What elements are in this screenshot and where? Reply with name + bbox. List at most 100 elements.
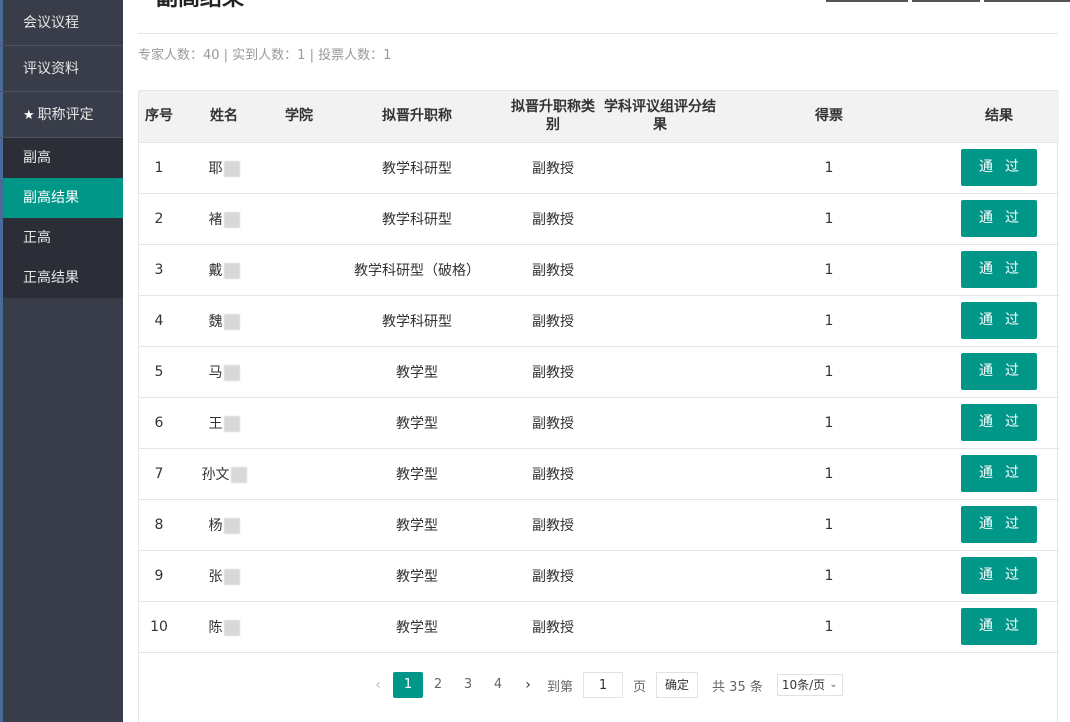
sidebar-item-meeting-agenda[interactable]: 会议议程 <box>0 0 123 46</box>
redacted-name-mask <box>223 517 240 534</box>
cell-title: 教学科研型（破格） <box>329 244 505 295</box>
cell-result: 通过 <box>939 601 1059 652</box>
cell-result: 通过 <box>939 550 1059 601</box>
cell-category: 副教授 <box>505 244 601 295</box>
cell-category-text: 副教授 <box>532 568 574 585</box>
cell-name: 王 <box>179 397 269 448</box>
cell-score <box>601 499 719 550</box>
table-header-row: 序号 姓名 学院 拟晋升职称 拟晋升职称类别 学科评议组评分结果 得票 结果 <box>139 91 1059 143</box>
pass-button[interactable]: 通过 <box>961 557 1037 594</box>
cell-college <box>269 295 329 346</box>
pass-button[interactable]: 通过 <box>961 149 1037 186</box>
cell-name: 戴 <box>179 244 269 295</box>
cell-category-text: 副教授 <box>532 517 574 534</box>
cell-category: 副教授 <box>505 397 601 448</box>
cell-college <box>269 397 329 448</box>
cell-no-text: 1 <box>154 159 164 176</box>
confirm-button[interactable]: 确定 <box>656 672 699 698</box>
cell-category: 副教授 <box>505 346 601 397</box>
cell-no-text: 8 <box>154 516 164 533</box>
cell-category: 副教授 <box>505 550 601 601</box>
sidebar-subitem-full-results[interactable]: 正高结果 <box>0 258 123 298</box>
cell-name: 褚 <box>179 193 269 244</box>
goto-label: 到第 <box>547 679 574 695</box>
cell-category-text: 副教授 <box>532 313 574 330</box>
page-title: 副高结果 <box>156 0 244 12</box>
sidebar-subitem-associate-results[interactable]: 副高结果 <box>0 178 123 218</box>
header-tab-underline[interactable] <box>984 0 1070 2</box>
header-tab-underline[interactable] <box>826 0 908 2</box>
page-1-button[interactable]: 1 <box>393 672 423 698</box>
cell-category-text: 副教授 <box>532 364 574 381</box>
pass-button[interactable]: 通过 <box>961 506 1037 543</box>
cell-category-text: 副教授 <box>532 619 574 636</box>
table-row: 8 杨 教学型 副教授 1 通过 <box>139 499 1059 550</box>
next-page-icon[interactable]: › <box>513 677 543 693</box>
col-header-result: 结果 <box>939 91 1059 143</box>
table-row: 5 马 教学型 副教授 1 通过 <box>139 346 1059 397</box>
pass-button[interactable]: 通过 <box>961 200 1037 237</box>
cell-votes-text: 1 <box>824 312 834 329</box>
sidebar-item-review-materials[interactable]: 评议资料 <box>0 46 123 92</box>
page-size-value: 10条/页 <box>781 678 826 692</box>
pass-button[interactable]: 通过 <box>961 608 1037 645</box>
cell-name-text: 张 <box>208 568 223 585</box>
pass-button[interactable]: 通过 <box>961 455 1037 492</box>
cell-category-text: 副教授 <box>532 160 574 177</box>
cell-votes-text: 1 <box>824 414 834 431</box>
cell-name-text: 马 <box>208 364 223 381</box>
sidebar-subitem-label: 正高 <box>23 230 51 246</box>
cell-no-text: 9 <box>154 567 164 584</box>
cell-no-text: 5 <box>154 363 164 380</box>
cell-score <box>601 193 719 244</box>
cell-college <box>269 193 329 244</box>
redacted-name-mask <box>223 364 240 381</box>
pass-button[interactable]: 通过 <box>961 251 1037 288</box>
cell-score <box>601 295 719 346</box>
cell-no: 1 <box>139 142 179 193</box>
header-tab-underline[interactable] <box>912 0 980 2</box>
cell-result: 通过 <box>939 499 1059 550</box>
cell-no: 4 <box>139 295 179 346</box>
sidebar-submenu: 副高 副高结果 正高 正高结果 <box>0 138 123 298</box>
cell-votes: 1 <box>719 295 939 346</box>
pass-button[interactable]: 通过 <box>961 404 1037 441</box>
pass-button[interactable]: 通过 <box>961 302 1037 339</box>
table-row: 9 张 教学型 副教授 1 通过 <box>139 550 1059 601</box>
page-2-button[interactable]: 2 <box>423 672 453 698</box>
cell-result: 通过 <box>939 295 1059 346</box>
cell-result: 通过 <box>939 397 1059 448</box>
cell-name: 张 <box>179 550 269 601</box>
page-size-select[interactable]: 10条/页 ⌄ <box>776 674 843 696</box>
redacted-name-mask <box>230 466 247 483</box>
results-table: 序号 姓名 学院 拟晋升职称 拟晋升职称类别 学科评议组评分结果 得票 结果 1… <box>138 90 1059 722</box>
cell-no: 9 <box>139 550 179 601</box>
cell-votes: 1 <box>719 601 939 652</box>
cell-votes-text: 1 <box>824 516 834 533</box>
sidebar-item-title-evaluation[interactable]: ★ 职称评定 <box>0 92 123 138</box>
cell-category: 副教授 <box>505 448 601 499</box>
page-4-button[interactable]: 4 <box>483 672 513 698</box>
cell-title-text: 教学型 <box>396 517 438 534</box>
page-unit-label: 页 <box>633 679 647 695</box>
cell-no-text: 2 <box>154 210 164 227</box>
cell-category: 副教授 <box>505 142 601 193</box>
cell-score <box>601 550 719 601</box>
cell-category-text: 副教授 <box>532 262 574 279</box>
table-row: 6 王 教学型 副教授 1 通过 <box>139 397 1059 448</box>
cell-score <box>601 601 719 652</box>
goto-page-input[interactable]: 1 <box>583 672 624 698</box>
cell-title-text: 教学型 <box>396 466 438 483</box>
cell-title: 教学科研型 <box>329 193 505 244</box>
cell-title: 教学型 <box>329 601 505 652</box>
sidebar-subitem-full[interactable]: 正高 <box>0 218 123 258</box>
cell-score <box>601 448 719 499</box>
prev-page-icon[interactable]: ‹ <box>363 677 393 693</box>
cell-votes: 1 <box>719 499 939 550</box>
sidebar-subitem-associate[interactable]: 副高 <box>0 138 123 178</box>
pass-button[interactable]: 通过 <box>961 353 1037 390</box>
table-row: 1 耶 教学科研型 副教授 1 通过 <box>139 142 1059 193</box>
table-row: 7 孙文 教学型 副教授 1 通过 <box>139 448 1059 499</box>
page-3-button[interactable]: 3 <box>453 672 483 698</box>
cell-name-text: 陈 <box>208 619 223 636</box>
